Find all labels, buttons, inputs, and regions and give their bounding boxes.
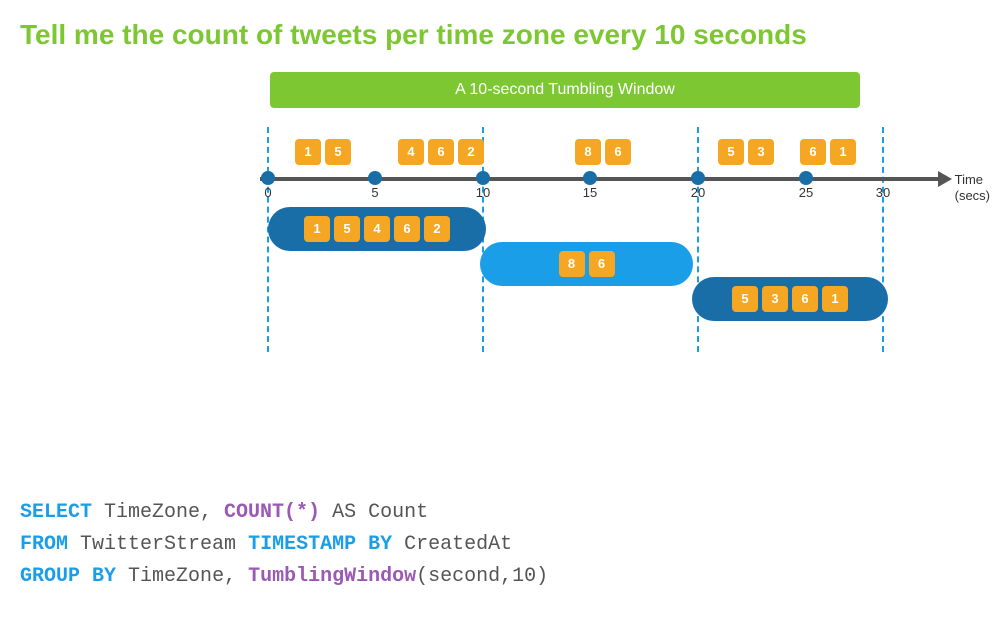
sql-createdat: CreatedAt xyxy=(392,533,512,556)
window1-badge-2: 2 xyxy=(424,216,450,242)
dot-5 xyxy=(368,171,382,185)
window1-badge-6: 6 xyxy=(394,216,420,242)
window1-badge-5: 5 xyxy=(334,216,360,242)
tumbling-window-banner: A 10-second Tumbling Window xyxy=(270,72,860,108)
sql-line-2: FROM TwitterStream TIMESTAMP BY CreatedA… xyxy=(20,529,548,561)
time-axis-label: Time(secs) xyxy=(955,172,990,206)
sql-stream: TwitterStream xyxy=(68,533,236,556)
keyword-tumbling: TumblingWindow xyxy=(248,565,416,588)
window3-badge-3: 3 xyxy=(762,286,788,312)
time-label-0: 0 xyxy=(264,185,271,200)
window-bar-1: 1 5 4 6 2 xyxy=(268,207,486,251)
sql-timezone: TimeZone, xyxy=(92,501,224,524)
keyword-group: GROUP xyxy=(20,565,80,588)
sql-block: SELECT TimeZone, COUNT(*) AS Count FROM … xyxy=(20,497,548,593)
time-label-15: 15 xyxy=(583,185,597,200)
above-badge-8: 8 xyxy=(575,139,601,165)
time-label-30: 30 xyxy=(876,185,890,200)
dot-10 xyxy=(476,171,490,185)
window1-badge-1: 1 xyxy=(304,216,330,242)
timeline-bar xyxy=(260,177,940,181)
sql-line-1: SELECT TimeZone, COUNT(*) AS Count xyxy=(20,497,548,529)
window3-badge-5: 5 xyxy=(732,286,758,312)
window2-badge-6: 6 xyxy=(589,251,615,277)
window3-badge-1: 1 xyxy=(822,286,848,312)
above-badge-6c: 6 xyxy=(800,139,826,165)
dot-0 xyxy=(261,171,275,185)
dot-15 xyxy=(583,171,597,185)
window-bar-3: 5 3 6 1 xyxy=(692,277,888,321)
dashed-line-20 xyxy=(697,127,699,352)
diagram-area: A 10-second Tumbling Window 0 5 10 15 20… xyxy=(0,67,1000,397)
dashed-line-0 xyxy=(267,127,269,352)
keyword-timestamp: TIMESTAMP xyxy=(248,533,356,556)
above-badge-5: 5 xyxy=(325,139,351,165)
above-badge-6b: 6 xyxy=(605,139,631,165)
above-badge-4: 4 xyxy=(398,139,424,165)
keyword-by: BY xyxy=(368,533,392,556)
keyword-by2: BY xyxy=(92,565,116,588)
above-badge-1b: 1 xyxy=(830,139,856,165)
sql-as-count: AS Count xyxy=(320,501,428,524)
keyword-select: SELECT xyxy=(20,501,92,524)
sql-groupby-timezone: TimeZone, xyxy=(116,565,236,588)
dot-20 xyxy=(691,171,705,185)
above-badge-1: 1 xyxy=(295,139,321,165)
dot-25 xyxy=(799,171,813,185)
above-badge-5b: 5 xyxy=(718,139,744,165)
dashed-line-30 xyxy=(882,127,884,352)
sql-tumbling-args: (second,10) xyxy=(416,565,548,588)
window-bar-2: 8 6 xyxy=(480,242,693,286)
window2-badge-8: 8 xyxy=(559,251,585,277)
above-badge-6a: 6 xyxy=(428,139,454,165)
keyword-from: FROM xyxy=(20,533,68,556)
window1-badge-4: 4 xyxy=(364,216,390,242)
above-badge-2: 2 xyxy=(458,139,484,165)
time-label-20: 20 xyxy=(691,185,705,200)
time-label-25: 25 xyxy=(799,185,813,200)
keyword-count: COUNT(*) xyxy=(224,501,320,524)
time-label-5: 5 xyxy=(371,185,378,200)
window3-badge-6: 6 xyxy=(792,286,818,312)
time-label-10: 10 xyxy=(476,185,490,200)
sql-line-3: GROUP BY TimeZone, TumblingWindow(second… xyxy=(20,561,548,593)
above-badge-3: 3 xyxy=(748,139,774,165)
page-title: Tell me the count of tweets per time zon… xyxy=(0,0,1000,62)
